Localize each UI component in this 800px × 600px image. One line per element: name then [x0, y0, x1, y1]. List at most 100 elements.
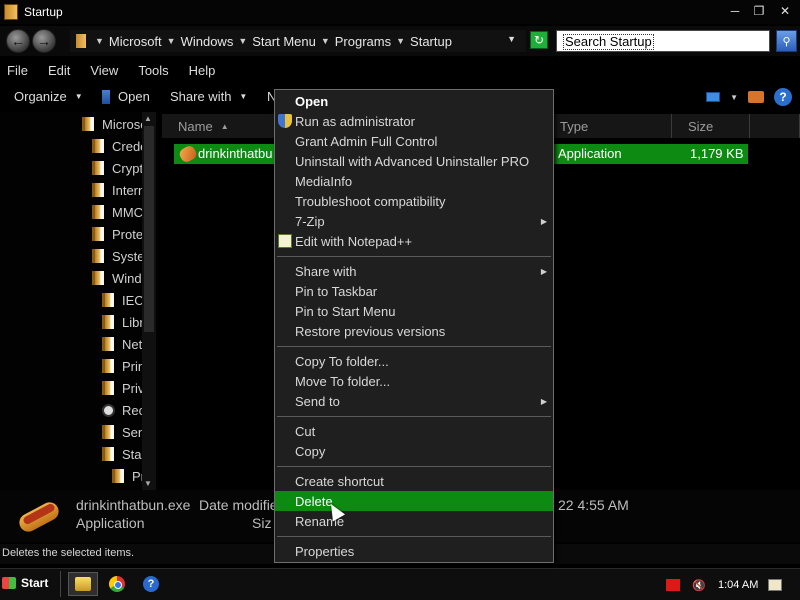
- maximize-button[interactable]: ❐: [748, 2, 770, 20]
- tree-item[interactable]: Sen: [102, 422, 142, 442]
- chevron-down-icon[interactable]: ▼: [321, 36, 330, 46]
- notification-icon[interactable]: [768, 578, 783, 591]
- menu-item-mediainfo[interactable]: MediaInfo: [275, 171, 553, 191]
- organize-button[interactable]: Organize ▼: [14, 89, 83, 104]
- menu-item-copy-to[interactable]: Copy To folder...: [275, 351, 553, 371]
- tree-item[interactable]: MMC: [92, 202, 142, 222]
- tree-item[interactable]: Crede: [92, 136, 142, 156]
- menu-item-share-with[interactable]: Share with ▶: [275, 261, 553, 281]
- start-label: Start: [21, 576, 49, 590]
- refresh-icon[interactable]: ↻: [530, 31, 548, 49]
- tree-item[interactable]: Prin: [102, 356, 142, 376]
- back-button[interactable]: ←: [6, 29, 30, 53]
- menu-item-grant-admin[interactable]: Grant Admin Full Control: [275, 131, 553, 151]
- tree-item[interactable]: Windo: [92, 268, 142, 288]
- folder-icon: [92, 183, 104, 197]
- scroll-up-icon[interactable]: ▲: [144, 114, 152, 123]
- chevron-down-icon[interactable]: ▼: [730, 93, 738, 102]
- chevron-down-icon[interactable]: ▼: [167, 36, 176, 46]
- menu-item-copy[interactable]: Copy: [275, 441, 553, 461]
- chevron-down-icon[interactable]: ▼: [396, 36, 405, 46]
- scrollbar-thumb[interactable]: [144, 126, 154, 332]
- menu-tools[interactable]: Tools: [138, 63, 168, 78]
- forward-button[interactable]: →: [32, 29, 56, 53]
- column-header-size[interactable]: Size: [672, 114, 750, 138]
- tree-item[interactable]: Net: [102, 334, 142, 354]
- windows-logo-icon: [2, 577, 16, 589]
- submenu-arrow-icon: ▶: [540, 216, 547, 226]
- column-header-type[interactable]: Type: [544, 114, 672, 138]
- menu-item-properties[interactable]: Properties: [275, 541, 553, 561]
- menu-item-delete[interactable]: Delete: [275, 491, 553, 511]
- breadcrumb[interactable]: ▼ Microsoft ▼ Windows ▼ Start Menu ▼ Pro…: [70, 30, 526, 52]
- menu-item-move-to[interactable]: Move To folder...: [275, 371, 553, 391]
- menu-view[interactable]: View: [90, 63, 118, 78]
- breadcrumb-item[interactable]: Programs: [335, 34, 391, 49]
- start-button[interactable]: Start: [2, 572, 52, 594]
- menu-item-rename[interactable]: Rename: [275, 511, 553, 531]
- tree-item-label: Net: [122, 336, 142, 352]
- open-button[interactable]: Open: [102, 89, 150, 104]
- tree-item[interactable]: Rec: [102, 400, 142, 420]
- tree-item[interactable]: Libr: [102, 312, 142, 332]
- clock[interactable]: 1:04 AM: [718, 579, 758, 591]
- search-icon[interactable]: ⚲: [776, 30, 797, 52]
- menu-item-pin-taskbar[interactable]: Pin to Taskbar: [275, 281, 553, 301]
- menu-item-7zip[interactable]: 7-Zip ▶: [275, 211, 553, 231]
- menu-item-restore[interactable]: Restore previous versions: [275, 321, 553, 341]
- menu-item-label: MediaInfo: [295, 173, 353, 189]
- breadcrumb-item[interactable]: Startup: [410, 34, 452, 49]
- menu-item-troubleshoot[interactable]: Troubleshoot compatibility: [275, 191, 553, 211]
- monitor-icon[interactable]: [666, 578, 680, 591]
- taskbar-chrome[interactable]: [102, 572, 132, 596]
- menu-item-uninstall[interactable]: Uninstall with Advanced Uninstaller PRO: [275, 151, 553, 171]
- close-button[interactable]: ✕: [772, 2, 798, 20]
- history-dropdown-icon[interactable]: ▼: [507, 34, 516, 44]
- folder-icon: [102, 293, 114, 307]
- tree-item[interactable]: Intern: [92, 180, 142, 200]
- preview-pane-icon[interactable]: [748, 91, 764, 103]
- tree-item[interactable]: Sta: [102, 444, 142, 464]
- help-icon[interactable]: ?: [774, 88, 792, 106]
- breadcrumb-item[interactable]: Start Menu: [252, 34, 316, 49]
- chevron-down-icon[interactable]: ▼: [95, 36, 104, 46]
- column-size-label: Size: [688, 118, 714, 134]
- menu-edit[interactable]: Edit: [48, 63, 70, 78]
- share-with-button[interactable]: Share with ▼: [170, 89, 247, 104]
- search-input[interactable]: Search Startup: [556, 30, 770, 52]
- tree-item-label: Intern: [112, 182, 142, 198]
- menu-item-cut[interactable]: Cut: [275, 421, 553, 441]
- menu-item-notepad[interactable]: Edit with Notepad++: [275, 231, 553, 251]
- menu-item-create-shortcut[interactable]: Create shortcut: [275, 471, 553, 491]
- taskbar-explorer[interactable]: [68, 572, 98, 596]
- tree-item[interactable]: Crypt: [92, 158, 142, 178]
- menu-separator: [277, 256, 551, 257]
- tree-item[interactable]: Prote: [92, 224, 142, 244]
- organize-label: Organize: [14, 89, 67, 104]
- breadcrumb-item[interactable]: Windows: [181, 34, 234, 49]
- menu-help[interactable]: Help: [189, 63, 216, 78]
- menu-file[interactable]: File: [7, 63, 28, 78]
- chevron-down-icon[interactable]: ▼: [238, 36, 247, 46]
- taskbar-help[interactable]: ?: [136, 572, 166, 596]
- menu-item-send-to[interactable]: Send to ▶: [275, 391, 553, 411]
- folder-icon: [92, 271, 104, 285]
- breadcrumb-item[interactable]: Microsoft: [109, 34, 162, 49]
- tree-item[interactable]: Syste: [92, 246, 142, 266]
- menu-item-pin-start[interactable]: Pin to Start Menu: [275, 301, 553, 321]
- navigation-pane[interactable]: Microsc Crede Crypt Intern MMC Prote Sys…: [0, 112, 158, 490]
- scroll-down-icon[interactable]: ▼: [144, 479, 152, 488]
- minimize-button[interactable]: ─: [724, 2, 746, 20]
- tree-item[interactable]: Priv: [102, 378, 142, 398]
- volume-muted-icon[interactable]: 🔇: [692, 579, 706, 592]
- menu-item-run-as-admin[interactable]: Run as administrator: [275, 111, 553, 131]
- view-options-icon[interactable]: [706, 92, 721, 102]
- status-text: Deletes the selected items.: [2, 547, 135, 559]
- menu-item-open[interactable]: Open: [275, 91, 553, 111]
- tree-item[interactable]: IEC: [102, 290, 142, 310]
- tree-item[interactable]: Pr: [112, 466, 142, 486]
- column-header-extra[interactable]: [750, 114, 800, 138]
- tree-item[interactable]: Microsc: [82, 114, 142, 134]
- tree-item-label: Rec: [122, 402, 142, 418]
- nav-scrollbar[interactable]: ▲ ▼: [142, 112, 156, 490]
